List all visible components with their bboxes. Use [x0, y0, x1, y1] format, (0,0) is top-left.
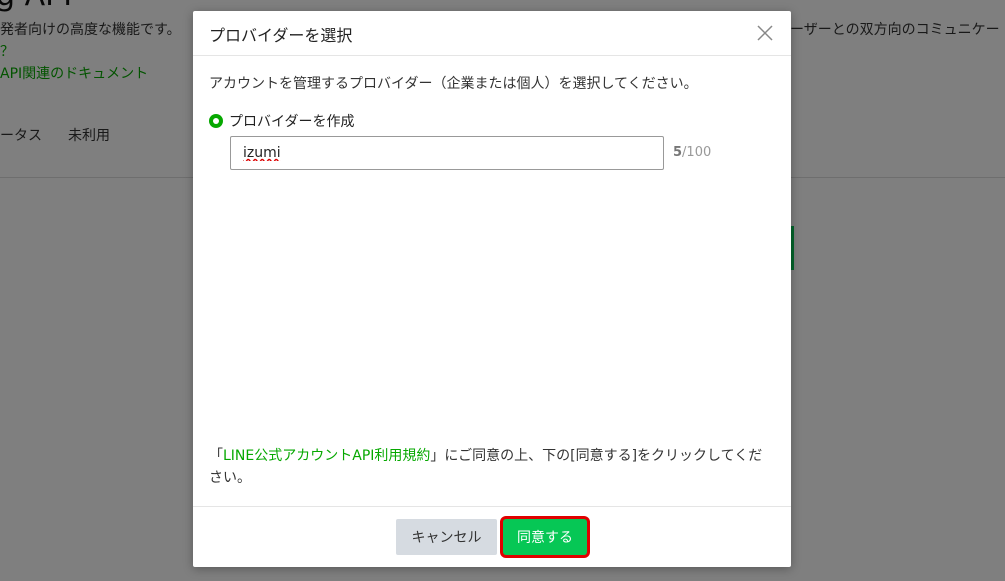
agree-button[interactable]: 同意する	[503, 519, 587, 555]
char-count-max: /100	[682, 145, 712, 160]
radio-selected-icon[interactable]	[209, 114, 223, 128]
radio-label: プロバイダーを作成	[229, 114, 355, 130]
dialog-title: プロバイダーを選択	[209, 26, 353, 45]
terms-prefix: 「	[209, 448, 223, 464]
dialog-body: アカウントを管理するプロバイダー（企業または個人）を選択してください。 プロバイ…	[193, 56, 791, 506]
char-count-current: 5	[673, 145, 683, 160]
provider-select-dialog: プロバイダーを選択 アカウントを管理するプロバイダー（企業または個人）を選択して…	[193, 11, 791, 567]
dialog-header: プロバイダーを選択	[193, 11, 791, 56]
dialog-footer: キャンセル 同意する	[193, 506, 791, 568]
cancel-button[interactable]: キャンセル	[396, 519, 497, 555]
instruction-text: アカウントを管理するプロバイダー（企業または個人）を選択してください。	[209, 76, 698, 92]
create-provider-option[interactable]: プロバイダーを作成	[209, 111, 354, 131]
char-count: 5/100	[673, 145, 711, 160]
terms-link[interactable]: LINE公式アカウントAPI利用規約	[223, 448, 430, 464]
close-icon[interactable]	[753, 21, 777, 45]
terms-notice: 「LINE公式アカウントAPI利用規約」にご同意の上、下の[同意する]をクリック…	[209, 445, 775, 489]
provider-name-input[interactable]	[230, 136, 664, 170]
